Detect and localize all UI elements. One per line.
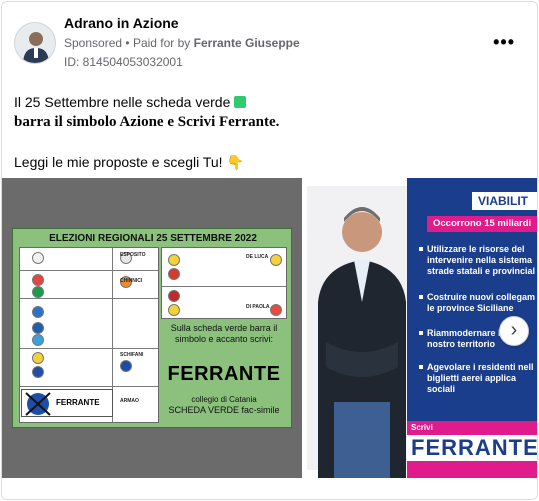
post-line-1: Il 25 Settembre nelle scheda verde — [14, 92, 529, 112]
post-line-1-text: Il 25 Settembre nelle scheda verde — [14, 94, 231, 110]
cand-armao: ARMAO — [120, 398, 139, 404]
cand-dipaola: DI PAOLA — [246, 304, 270, 310]
cand-schifani: SCHIFANI — [120, 352, 144, 358]
green-square-icon — [234, 96, 247, 108]
funding-banner: Occorrono 15 miliardi — [427, 216, 537, 232]
ballot-instruction: Sulla scheda verde barra il simbolo e ac… — [170, 323, 278, 344]
payer-name: Ferrante Giuseppe — [193, 36, 300, 50]
media-carousel[interactable]: ELEZIONI REGIONALI 25 SETTEMBRE 2022 ESP… — [2, 178, 537, 478]
post-line-2: barra il simbolo Azione e Scrivi Ferrant… — [14, 112, 529, 132]
bullet-1: Utilizzare le risorse del intervenire ne… — [419, 244, 537, 277]
bullet-4: Agevolare i residenti nell biglietti aer… — [419, 362, 537, 395]
azione-row: FERRANTE — [21, 389, 113, 417]
post-line-2-text: barra il simbolo Azione e Scrivi Ferrant… — [14, 114, 276, 130]
post-line-3: Leggi le mie proposte e scegli Tu! 👇 — [14, 152, 529, 172]
viabilita-heading: VIABILIT — [472, 192, 537, 210]
post-line-3-text: Leggi le mie proposte e scegli Tu! — [14, 154, 223, 170]
cand-esposito: ESPOSITO — [120, 252, 146, 258]
candidate-photo — [318, 207, 406, 478]
card-footer-strip — [2, 478, 537, 499]
post-text: Il 25 Settembre nelle scheda verde barra… — [14, 92, 529, 172]
paid-for-label: Paid for by — [132, 36, 191, 50]
carousel-slide-ballot[interactable]: ELEZIONI REGIONALI 25 SETTEMBRE 2022 ESP… — [2, 178, 302, 478]
bullet-2: Costruire nuovi collegam le province Sic… — [419, 292, 537, 314]
page-avatar[interactable] — [14, 22, 56, 64]
azione-candidate-name: FERRANTE — [56, 398, 100, 407]
cand-chinnici: CHINNICI — [120, 278, 143, 284]
scrivi-label: Scrivi — [411, 423, 433, 432]
ad-id: ID: 814504053032001 — [64, 55, 183, 69]
ballot-footer: collegio di Catania SCHEDA VERDE fac-sim… — [161, 395, 287, 415]
ballot-grid-right: DE LUCA DI PAOLA — [161, 247, 287, 319]
separator-dot: • — [125, 36, 130, 50]
ballot-scheda: SCHEDA VERDE fac-simile — [168, 405, 280, 415]
ballot-image: ELEZIONI REGIONALI 25 SETTEMBRE 2022 ESP… — [12, 228, 292, 428]
more-options-icon[interactable]: ••• — [493, 32, 515, 53]
cand-deluca: DE LUCA — [246, 254, 269, 260]
page-name-link[interactable]: Adrano in Azione — [64, 15, 179, 31]
pointing-down-icon: 👇 — [226, 154, 244, 170]
post-line-2-end: . — [275, 114, 280, 130]
avatar-image — [15, 23, 55, 63]
ballot-candidate-name: FERRANTE — [167, 363, 281, 385]
ad-post-card: Adrano in Azione Sponsored • Paid for by… — [1, 1, 538, 500]
sponsored-label: Sponsored — [64, 36, 123, 50]
ballot-title: ELEZIONI REGIONALI 25 SETTEMBRE 2022 — [49, 233, 257, 244]
azione-logo-crossed-icon — [25, 392, 51, 416]
ballot-collegio: collegio di Catania — [191, 395, 257, 404]
scrivi-name: FERRANTE — [407, 435, 537, 461]
carousel-next-button[interactable]: › — [499, 316, 529, 346]
sponsor-line: Sponsored • Paid for by Ferrante Giusepp… — [64, 36, 300, 50]
